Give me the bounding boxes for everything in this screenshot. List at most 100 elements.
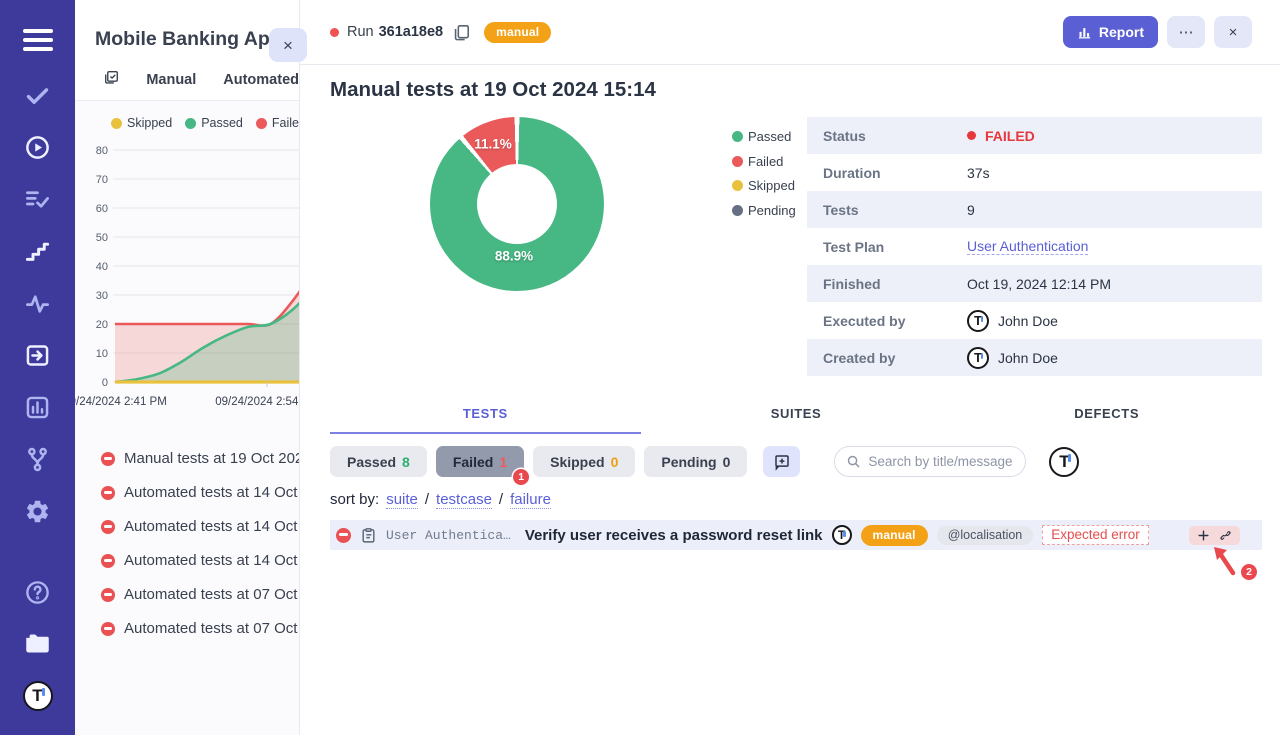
test-plan-link[interactable]: User Authentication: [967, 238, 1088, 255]
expected-error-badge[interactable]: Expected error: [1042, 525, 1149, 545]
sort-separator: /: [425, 491, 429, 508]
testomat-logo[interactable]: T: [23, 681, 53, 711]
close-run-button[interactable]: ×: [1214, 16, 1252, 48]
run-list-item[interactable]: Automated tests at 14 Oct 2024: [101, 552, 299, 569]
add-icon[interactable]: [1197, 529, 1210, 542]
bar-chart-icon[interactable]: [24, 394, 51, 421]
tab-manual[interactable]: Manual: [146, 72, 196, 88]
test-title[interactable]: Verify user receives a password reset li…: [525, 527, 823, 544]
report-chart-icon: [1077, 25, 1092, 40]
menu-icon[interactable]: [23, 24, 53, 56]
run-item-label: Automated tests at 14 Oct 2024: [124, 552, 299, 569]
sort-by-suite[interactable]: suite: [386, 491, 418, 509]
filter-pending-button[interactable]: Pending0: [644, 446, 747, 477]
run-list-item[interactable]: Automated tests at 07 Oct 2024: [101, 620, 299, 637]
status-text: FAILED: [985, 128, 1035, 144]
gear-icon[interactable]: [24, 498, 51, 525]
legend-skipped-label: Skipped: [127, 116, 172, 130]
sort-row: sort by: suite / testcase / failure: [330, 491, 1262, 509]
skipped-dot: [732, 180, 743, 191]
run-summary: 11.1% 88.9% Passed Failed Skipped Pendin…: [330, 117, 1262, 376]
detail-row-tests: Tests 9: [807, 191, 1262, 228]
search-icon: [846, 454, 861, 469]
svg-text:60: 60: [96, 203, 108, 215]
folder-icon[interactable]: [24, 630, 51, 657]
sign-in-icon[interactable]: [24, 342, 51, 369]
result-tabs: TESTS SUITES DEFECTS: [330, 396, 1262, 434]
skipped-dot: [111, 118, 122, 129]
panel-close-button[interactable]: ×: [269, 28, 307, 62]
run-type-badge: manual: [484, 22, 551, 43]
filter-bar: Passed8 Failed11 Skipped0 Pending0 T: [330, 446, 1262, 477]
detail-row-created-by: Created by TJohn Doe: [807, 339, 1262, 376]
failed-dot: [967, 131, 976, 140]
check-icon[interactable]: [24, 82, 51, 109]
filter-label: Passed: [347, 454, 396, 470]
filter-skipped-button[interactable]: Skipped0: [533, 446, 635, 477]
annotation-arrow: [1212, 547, 1238, 579]
list-check-icon[interactable]: [24, 186, 51, 213]
test-tag[interactable]: @localisation: [937, 526, 1034, 545]
sort-by-testcase[interactable]: testcase: [436, 491, 492, 509]
donut-failed-label: 11.1%: [474, 137, 512, 152]
svg-text:10: 10: [96, 348, 108, 360]
tab-tests[interactable]: TESTS: [330, 396, 641, 434]
run-list-item[interactable]: Automated tests at 07 Oct 2024: [101, 586, 299, 603]
copy-check-icon[interactable]: [103, 69, 119, 91]
detail-label: Executed by: [823, 313, 967, 329]
svg-text:70: 70: [96, 174, 108, 186]
report-button[interactable]: Report: [1063, 16, 1158, 48]
annotation-step-2: 2: [1241, 564, 1257, 580]
play-circle-icon[interactable]: [24, 134, 51, 161]
sort-by-failure[interactable]: failure: [510, 491, 551, 509]
help-icon[interactable]: [24, 579, 51, 606]
failed-status-icon: [101, 588, 115, 602]
donut-ring: [430, 117, 604, 291]
legend-failed: Failed: [256, 116, 299, 130]
activity-icon[interactable]: [24, 290, 51, 317]
passed-dot: [732, 131, 743, 142]
steps-icon[interactable]: [24, 238, 51, 265]
suite-name[interactable]: User Authentica…: [386, 528, 511, 543]
result-donut-chart: 11.1% 88.9%: [430, 117, 604, 291]
legend-label: Skipped: [748, 178, 795, 193]
detail-row-duration: Duration 37s: [807, 154, 1262, 191]
run-item-label: Manual tests at 19 Oct 2024: [124, 450, 299, 467]
search-input[interactable]: [834, 446, 1026, 477]
header-actions: Report ⋯ ×: [1063, 16, 1252, 48]
filter-label: Skipped: [550, 454, 604, 470]
report-button-label: Report: [1099, 24, 1144, 40]
user-avatar: T: [967, 310, 989, 332]
test-row-actions: [1189, 526, 1240, 545]
git-branch-icon[interactable]: [24, 446, 51, 473]
project-panel: × Mobile Banking App Manual Automated Sk…: [75, 0, 300, 735]
trend-legend: Skipped Passed Failed: [75, 101, 299, 130]
copy-icon[interactable]: [452, 23, 471, 42]
comment-add-button[interactable]: [763, 446, 800, 477]
svg-text:30: 30: [96, 290, 108, 302]
run-list-item[interactable]: Manual tests at 19 Oct 2024: [101, 450, 299, 467]
tab-suites[interactable]: SUITES: [641, 396, 952, 434]
detail-label: Duration: [823, 165, 967, 181]
more-button[interactable]: ⋯: [1167, 16, 1205, 48]
filter-passed-button[interactable]: Passed8: [330, 446, 427, 477]
filter-label: Pending: [661, 454, 716, 470]
run-item-label: Automated tests at 07 Oct 2024: [124, 586, 299, 603]
tab-defects[interactable]: DEFECTS: [951, 396, 1262, 434]
tab-automated[interactable]: Automated: [223, 72, 299, 88]
panel-tabs: Manual Automated: [75, 59, 299, 101]
test-result-row[interactable]: User Authentica… Verify user receives a …: [330, 520, 1262, 550]
panel-header: Mobile Banking App: [75, 0, 299, 59]
runs-list: Manual tests at 19 Oct 2024 Automated te…: [75, 424, 299, 637]
svg-text:0: 0: [102, 377, 108, 389]
user-filter-avatar[interactable]: T: [1049, 447, 1079, 477]
run-list-item[interactable]: Automated tests at 14 Oct 2024: [101, 518, 299, 535]
filter-failed-button[interactable]: Failed11: [436, 446, 524, 477]
run-item-label: Automated tests at 14 Oct 2024: [124, 484, 299, 501]
detail-value-user: TJohn Doe: [967, 347, 1058, 369]
link-icon[interactable]: [1219, 529, 1232, 542]
run-list-item[interactable]: Automated tests at 14 Oct 2024: [101, 484, 299, 501]
run-item-label: Automated tests at 14 Oct 2024: [124, 518, 299, 535]
svg-text:50: 50: [96, 232, 108, 244]
run-detail-pane: Run 361a18e8 manual Report ⋯ × Manual te…: [300, 0, 1280, 735]
